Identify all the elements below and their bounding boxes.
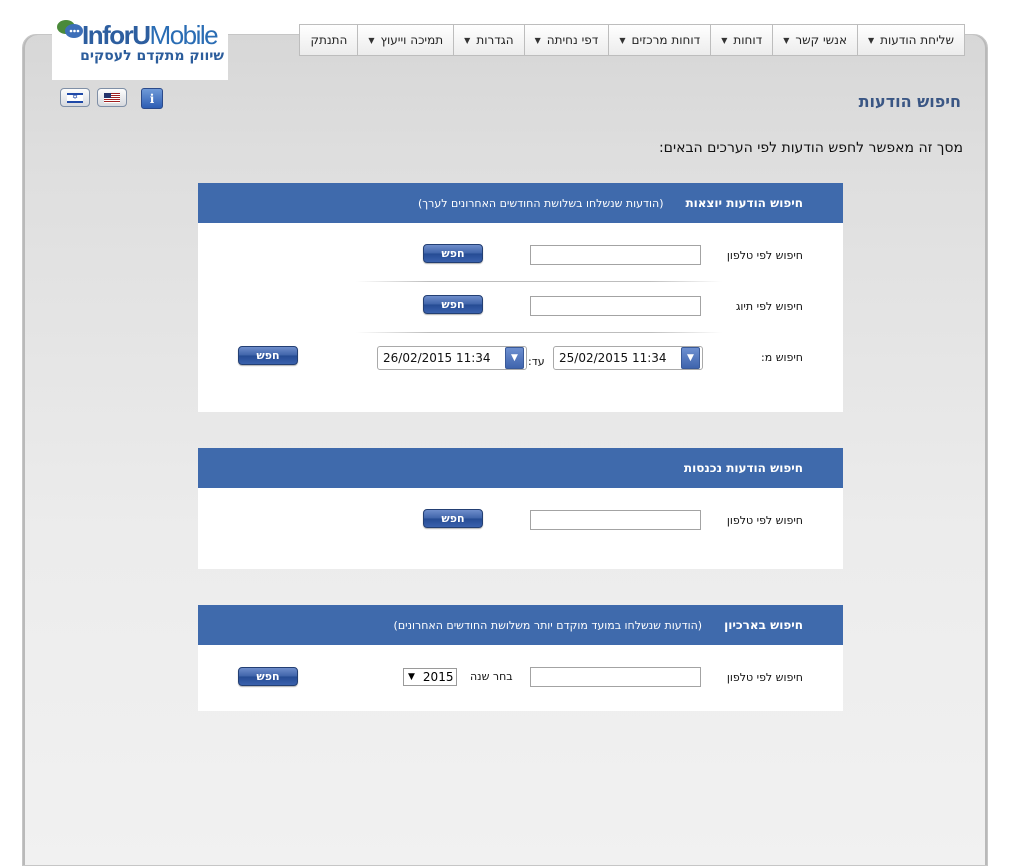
incoming-phone-label: חיפוש לפי טלפון [726,514,803,527]
archive-panel-header: חיפוש בארכיון (הודעות שנשלחו במועד מוקדם… [198,605,843,645]
dropdown-arrow-icon: ▼ [534,35,541,45]
outgoing-search-panel: חיפוש הודעות יוצאות (הודעות שנשלחו בשלוש… [198,183,843,412]
us-flag-icon [104,92,120,103]
info-icon: i [149,91,155,106]
outgoing-phone-search-button[interactable]: חפש [423,244,483,263]
logo-brand: InforUMobile [82,20,219,50]
israel-flag-icon: ✡ [67,92,83,103]
dropdown-arrow-icon: ▼ [721,35,728,45]
archive-panel-note: (הודעות שנשלחו במועד מוקדם יותר משלושת ה… [393,618,703,632]
archive-phone-input[interactable] [530,667,701,687]
outgoing-panel-header: חיפוש הודעות יוצאות (הודעות שנשלחו בשלוש… [198,183,843,223]
nav-send-messages[interactable]: שליחת הודעות ▼ [856,24,965,56]
outgoing-date-to-picker[interactable]: 26/02/2015 11:34 ▼ [377,346,527,370]
nav-logout[interactable]: התנתק [299,24,359,56]
chevron-down-icon: ▼ [505,347,524,369]
divider [356,332,722,333]
info-button[interactable]: i [141,88,163,109]
main-nav: שליחת הודעות ▼ אנשי קשר ▼ דוחות ▼ דוחות מרכ… [228,24,965,56]
chevron-down-icon: ▼ [681,347,700,369]
outgoing-date-from-label: חיפוש מ: [761,351,803,364]
logo[interactable]: InforUMobile שיווק מתקדם לעסקים [52,14,228,80]
outgoing-tag-search-button[interactable]: חפש [423,295,483,314]
logo-tagline: שיווק מתקדם לעסקים [80,48,224,64]
archive-panel-title: חיפוש בארכיון [724,618,803,632]
archive-year-label: בחר שנה [470,670,513,683]
outgoing-tag-input[interactable] [530,296,701,316]
nav-contacts[interactable]: אנשי קשר ▼ [772,24,858,56]
outgoing-date-from-picker[interactable]: 25/02/2015 11:34 ▼ [553,346,703,370]
archive-search-button[interactable]: חפש [238,667,298,686]
dropdown-arrow-icon: ▼ [464,35,471,45]
incoming-phone-input[interactable] [530,510,701,530]
archive-search-panel: חיפוש בארכיון (הודעות שנשלחו במועד מוקדם… [198,605,843,711]
nav-summary-reports[interactable]: דוחות מרכזים ▼ [608,24,712,56]
hebrew-language-button[interactable]: ✡ [60,88,90,107]
outgoing-date-to-label: עד: [528,355,545,368]
archive-phone-label: חיפוש לפי טלפון [726,671,803,684]
dropdown-arrow-icon: ▼ [368,35,375,45]
divider [356,281,722,282]
incoming-search-panel: חיפוש הודעות נכנסות חיפוש לפי טלפון חפש [198,448,843,569]
nav-support[interactable]: תמיכה וייעוץ ▼ [357,24,455,56]
nav-landing-pages[interactable]: דפי נחיתה ▼ [523,24,610,56]
page-intro: מסך זה מאפשר לחפש הודעות לפי הערכים הבאי… [658,140,963,156]
english-language-button[interactable] [97,88,127,107]
language-switcher: ✡ [60,88,127,107]
dropdown-arrow-icon: ▼ [408,672,415,682]
incoming-panel-header: חיפוש הודעות נכנסות [198,448,843,488]
outgoing-panel-title: חיפוש הודעות יוצאות [685,196,803,210]
incoming-phone-search-button[interactable]: חפש [423,509,483,528]
incoming-panel-title: חיפוש הודעות נכנסות [683,461,803,475]
dropdown-arrow-icon: ▼ [867,35,875,45]
outgoing-phone-label: חיפוש לפי טלפון [726,249,803,262]
nav-settings[interactable]: הגדרות ▼ [453,24,525,56]
dropdown-arrow-icon: ▼ [783,35,790,45]
outgoing-phone-input[interactable] [530,245,701,265]
outgoing-panel-note: (הודעות שנשלחו בשלושת החודשים האחרונים ל… [417,196,664,210]
dropdown-arrow-icon: ▼ [619,35,626,45]
outgoing-date-search-button[interactable]: חפש [238,346,298,365]
outgoing-tag-label: חיפוש לפי תיוג [735,300,803,313]
nav-reports[interactable]: דוחות ▼ [710,24,774,56]
chat-bubbles-icon [57,20,83,38]
archive-year-select[interactable]: ▼ 2015 [403,668,457,686]
page-title: חיפוש הודעות [858,92,961,111]
